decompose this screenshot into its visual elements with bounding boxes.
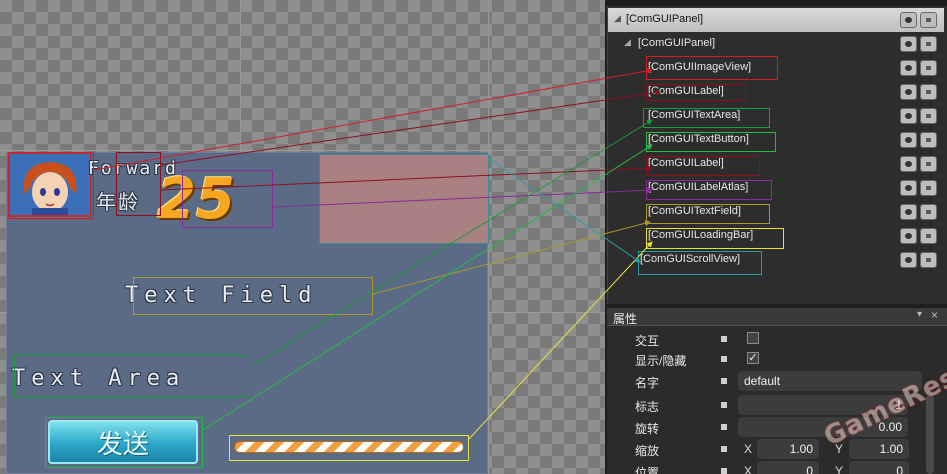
- prop-label: 旋转: [635, 422, 660, 436]
- tree-item-label: [ComGUILabel]: [648, 157, 724, 169]
- properties-scrollbar[interactable]: [926, 395, 934, 474]
- pin-icon[interactable]: ▾: [917, 309, 922, 320]
- tree-item-label: [ComGUILabel]: [648, 85, 724, 97]
- prop-marker-icon: [721, 446, 727, 452]
- tree-item-textbutton[interactable]: [ComGUITextButton]: [608, 128, 944, 152]
- lock-icon[interactable]: [920, 252, 937, 268]
- lock-icon[interactable]: [920, 36, 937, 52]
- position-y-input[interactable]: 0: [849, 461, 909, 474]
- visibility-eye-icon[interactable]: [900, 180, 917, 196]
- prop-label: 名字: [635, 376, 660, 390]
- visibility-eye-icon[interactable]: [900, 156, 917, 172]
- tree-item-label: [ComGUITextButton]: [648, 133, 749, 145]
- properties-header: 属性 ▾ ×: [607, 308, 947, 326]
- selection-box-label: [116, 152, 161, 216]
- prop-label: 缩放: [635, 444, 660, 458]
- tree-item-imageview[interactable]: [ComGUIImageView]: [608, 56, 944, 80]
- tree-item-labelatlas[interactable]: [ComGUILabelAtlas]: [608, 176, 944, 200]
- lock-icon[interactable]: [920, 180, 937, 196]
- selection-box-textarea: [14, 355, 252, 397]
- tree-item-label: [ComGUIScrollView]: [640, 253, 741, 265]
- visibility-eye-icon[interactable]: [900, 12, 917, 28]
- prop-label: 标志: [635, 400, 660, 414]
- expand-caret-icon[interactable]: ◢: [624, 37, 631, 48]
- selection-box-imageview: [8, 152, 94, 219]
- design-canvas[interactable]: Forward 年龄 25 Text Field Text Area 发送: [0, 0, 605, 474]
- lock-icon[interactable]: [920, 108, 937, 124]
- lock-icon[interactable]: [920, 228, 937, 244]
- prop-scale: 缩放 X 1.00 Y 1.00: [607, 438, 937, 460]
- scale-y-input[interactable]: 1.00: [849, 439, 909, 459]
- prop-marker-icon: [721, 356, 727, 362]
- prop-marker-icon: [721, 378, 727, 384]
- lock-icon[interactable]: [920, 60, 937, 76]
- tree-item-loadingbar[interactable]: [ComGUILoadingBar]: [608, 224, 944, 249]
- scale-x-label: X: [744, 442, 753, 456]
- prop-marker-icon: [721, 424, 727, 430]
- prop-label: 显示/隐藏: [635, 354, 687, 368]
- tree-item-label: [ComGUITextField]: [648, 205, 741, 217]
- prop-name: 名字 default: [607, 370, 937, 392]
- prop-label: 交互: [635, 334, 660, 348]
- tree-item-root-panel[interactable]: ◢ [ComGUIPanel]: [608, 8, 944, 32]
- tree-item-label-2[interactable]: [ComGUILabel]: [608, 152, 944, 176]
- image-view-widget[interactable]: [319, 154, 489, 244]
- tree-item-panel[interactable]: ◢ [ComGUIPanel]: [608, 32, 944, 56]
- visibility-eye-icon[interactable]: [900, 108, 917, 124]
- position-x-label: X: [744, 464, 753, 474]
- visibility-eye-icon[interactable]: [900, 60, 917, 76]
- prop-marker-icon: [721, 468, 727, 474]
- visibility-eye-icon[interactable]: [900, 132, 917, 148]
- prop-marker-icon: [721, 336, 727, 342]
- lock-icon[interactable]: [920, 12, 937, 28]
- lock-icon[interactable]: [920, 132, 937, 148]
- visible-checkbox[interactable]: ✓: [747, 352, 759, 364]
- guide-line: [0, 150, 605, 151]
- visibility-eye-icon[interactable]: [900, 228, 917, 244]
- position-y-label: Y: [835, 464, 844, 474]
- lock-icon[interactable]: [920, 156, 937, 172]
- expand-caret-icon[interactable]: ◢: [614, 13, 621, 24]
- tree-item-label: [ComGUIPanel]: [638, 37, 716, 49]
- interactive-checkbox[interactable]: [747, 332, 759, 344]
- prop-visible: 显示/隐藏 ✓: [607, 348, 937, 370]
- visibility-eye-icon[interactable]: [900, 204, 917, 220]
- position-x-input[interactable]: 0: [757, 461, 819, 474]
- tree-item-label: [ComGUIImageView]: [648, 61, 752, 73]
- visibility-eye-icon[interactable]: [900, 84, 917, 100]
- visibility-eye-icon[interactable]: [900, 36, 917, 52]
- tree-item-label: [ComGUILabelAtlas]: [648, 181, 749, 193]
- tree-item-scrollview[interactable]: [ComGUIScrollView]: [608, 248, 944, 275]
- tree-item-textfield[interactable]: [ComGUITextField]: [608, 200, 944, 224]
- lock-icon[interactable]: [920, 204, 937, 220]
- tree-item-label: [ComGUILoadingBar]: [648, 229, 754, 241]
- selection-box-labelatlas: [182, 170, 273, 228]
- tree-item-label: [ComGUITextArea]: [648, 109, 741, 121]
- prop-label: 位置: [635, 466, 660, 474]
- hierarchy-panel[interactable]: ◢ [ComGUIPanel] ◢ [ComGUIPanel] [ComGUII…: [607, 6, 947, 304]
- tree-item-textarea[interactable]: [ComGUITextArea]: [608, 104, 944, 128]
- selection-box-textfield: [133, 277, 373, 315]
- prop-position: 位置 X 0 Y 0: [607, 460, 937, 474]
- close-icon[interactable]: ×: [931, 308, 938, 322]
- scale-x-input[interactable]: 1.00: [757, 439, 819, 459]
- selection-box-textbutton: [45, 417, 203, 468]
- properties-title: 属性: [613, 312, 638, 326]
- tree-item-label-1[interactable]: [ComGUILabel]: [608, 80, 944, 104]
- prop-interactive: 交互: [607, 328, 937, 350]
- visibility-eye-icon[interactable]: [900, 252, 917, 268]
- lock-icon[interactable]: [920, 84, 937, 100]
- prop-marker-icon: [721, 402, 727, 408]
- tree-item-label: [ComGUIPanel]: [626, 13, 704, 25]
- selection-box-loadingbar: [229, 435, 469, 461]
